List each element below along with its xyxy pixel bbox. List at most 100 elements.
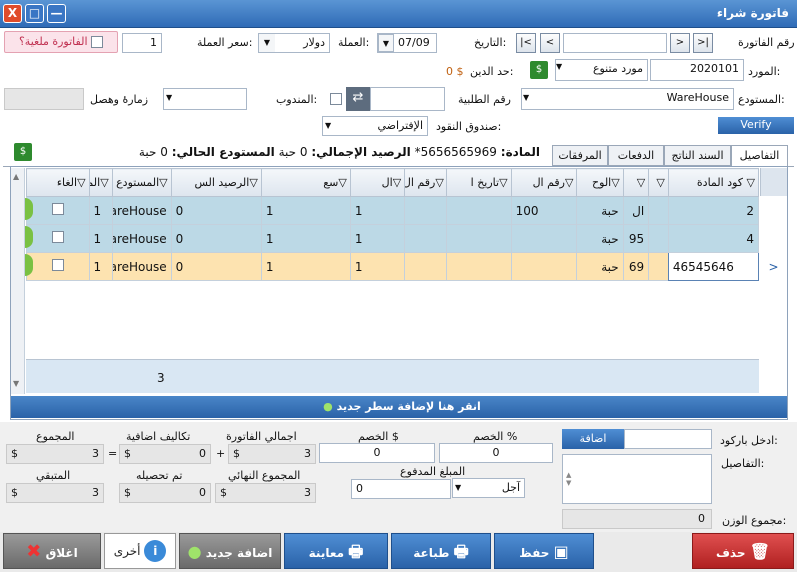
minimize-button[interactable]: — <box>47 4 66 23</box>
cell[interactable]: 2 <box>667 196 760 225</box>
filter-icon[interactable]: ▽ <box>159 176 167 189</box>
warehouse-select[interactable]: WareHouse <box>521 88 734 110</box>
cell[interactable]: 100 <box>510 196 578 225</box>
filter-icon[interactable]: ▽ <box>611 176 619 189</box>
discount-amount-input[interactable]: 0 <box>319 443 435 463</box>
scroll-down-icon[interactable]: ▼ <box>13 379 19 388</box>
barcode-input[interactable] <box>624 429 712 449</box>
print-button[interactable]: طباعة 🖶 <box>391 533 491 569</box>
cell[interactable]: 1 <box>349 252 406 281</box>
maximize-button[interactable]: □ <box>25 4 44 23</box>
calendar-dropdown-icon[interactable]: ▼ <box>378 34 394 52</box>
filter-icon[interactable]: ▽ <box>743 176 755 189</box>
column-header[interactable]: ▽سع <box>260 168 351 197</box>
cell[interactable]: WareHouse <box>111 224 172 253</box>
column-header[interactable]: ▽رقم ال <box>404 168 447 197</box>
cell[interactable] <box>648 196 669 225</box>
filter-icon[interactable]: ▽ <box>499 176 507 189</box>
add-new-button[interactable]: ● اضافة جديد <box>179 533 281 569</box>
filter-icon[interactable]: ▽ <box>435 176 443 189</box>
column-header[interactable]: ▽الوح <box>576 168 624 197</box>
table-row[interactable]: 2 الحبة 100 11 0WareHouse 1 <box>26 196 760 225</box>
cell[interactable]: 4 <box>667 224 760 253</box>
cell[interactable]: 0 <box>170 224 262 253</box>
column-header[interactable]: ▽رقم ال <box>510 168 578 197</box>
cell[interactable]: حبة <box>576 252 624 281</box>
cell[interactable]: ال <box>622 196 650 225</box>
filter-icon[interactable]: ▽ <box>77 176 85 189</box>
table-row[interactable]: 4 95حبة 11 0WareHouse 1 <box>26 224 760 253</box>
visit-select[interactable] <box>163 88 247 110</box>
cell[interactable] <box>510 252 578 281</box>
cell[interactable] <box>445 224 512 253</box>
filter-icon[interactable]: ▽ <box>100 176 108 189</box>
vertical-scrollbar[interactable] <box>11 168 25 394</box>
column-header[interactable]: ▽المستودع <box>111 168 172 197</box>
cancelled-checkbox[interactable]: الفاتورة ملغية؟ <box>4 31 118 53</box>
cell[interactable] <box>510 224 578 253</box>
filter-icon[interactable]: ▽ <box>656 176 664 189</box>
cell[interactable]: 1 <box>260 252 351 281</box>
cell[interactable] <box>445 196 512 225</box>
column-header[interactable]: ▽الغاء <box>26 168 90 197</box>
filter-icon[interactable]: ▽ <box>565 176 573 189</box>
cell[interactable]: 1 <box>88 252 113 281</box>
cancel-cell[interactable] <box>26 252 90 281</box>
column-header[interactable]: ▽ كود المادة <box>667 168 760 197</box>
cell[interactable]: 95 <box>622 224 650 253</box>
swap-icon[interactable]: ⇄ <box>346 87 370 111</box>
spin-icon[interactable]: ▲ ▼ <box>566 471 571 487</box>
scroll-up-icon[interactable]: ▲ <box>13 172 19 181</box>
cell[interactable]: 1 <box>349 196 406 225</box>
close-window-button[interactable]: X <box>3 4 22 23</box>
cell[interactable] <box>445 252 512 281</box>
cell[interactable] <box>404 224 447 253</box>
cell[interactable]: 0 <box>170 252 262 281</box>
tab-voucher[interactable]: السند الناتج <box>664 145 731 166</box>
cancel-cell[interactable] <box>26 224 90 253</box>
column-header[interactable]: ▽ <box>622 168 650 197</box>
table-row[interactable]: 46545646 69حبة 11 0WareHouse 1 <box>26 252 760 281</box>
column-header[interactable]: ▽ال <box>349 168 406 197</box>
close-button[interactable]: ✖ اغلاق <box>3 533 101 569</box>
nav-prev-button[interactable]: > <box>670 33 690 53</box>
nav-next-button[interactable]: < <box>540 33 560 53</box>
cell[interactable]: 1 <box>88 224 113 253</box>
nav-last-button[interactable]: |< <box>516 33 536 53</box>
cell[interactable] <box>648 252 669 281</box>
money-icon[interactable]: $ <box>530 61 548 79</box>
cell[interactable]: 1 <box>349 224 406 253</box>
invoice-no-input[interactable] <box>563 33 667 53</box>
barcode-add-button[interactable]: اضافة <box>562 429 624 449</box>
filter-icon[interactable]: ▽ <box>637 176 645 189</box>
cancel-checkbox[interactable] <box>51 259 64 271</box>
cell[interactable] <box>404 252 447 281</box>
column-header[interactable]: ▽ <box>648 168 669 197</box>
paid-input[interactable]: 0 <box>351 479 451 499</box>
order-input[interactable] <box>370 87 445 111</box>
column-header[interactable]: ▽المجم <box>88 168 113 197</box>
cell[interactable]: WareHouse <box>111 196 172 225</box>
rate-input[interactable]: 1 <box>122 33 162 53</box>
delete-button[interactable]: حذف 🗑 <box>692 533 794 569</box>
column-header[interactable]: ▽الرصيد الس <box>170 168 262 197</box>
other-button[interactable]: أخرى i <box>104 533 176 569</box>
tab-payments[interactable]: الدفعات <box>608 145 664 166</box>
cancel-cell[interactable] <box>26 196 90 225</box>
supplier-name-select[interactable]: مورد متنوع <box>555 59 648 81</box>
verify-button[interactable]: Verify <box>718 117 794 134</box>
cell[interactable]: 69 <box>622 252 650 281</box>
column-header[interactable]: ▽تاريخ ا <box>445 168 512 197</box>
cancel-checkbox[interactable] <box>51 203 64 215</box>
supplier-code-input[interactable]: 2020101 <box>650 59 744 81</box>
filter-icon[interactable]: ▽ <box>338 176 346 189</box>
cell[interactable]: 1 <box>260 224 351 253</box>
add-row-button[interactable]: ● انقر هنا لإضافة سطر جديد <box>11 396 787 418</box>
tab-details[interactable]: التفاصيل <box>731 145 788 168</box>
cashbox-select[interactable]: الإفتراضي <box>322 116 428 136</box>
cell[interactable]: WareHouse <box>111 252 172 281</box>
filter-icon[interactable]: ▽ <box>393 176 401 189</box>
save-button[interactable]: حفظ ▣ <box>494 533 594 569</box>
cell[interactable] <box>648 224 669 253</box>
details-textarea[interactable] <box>562 454 712 504</box>
